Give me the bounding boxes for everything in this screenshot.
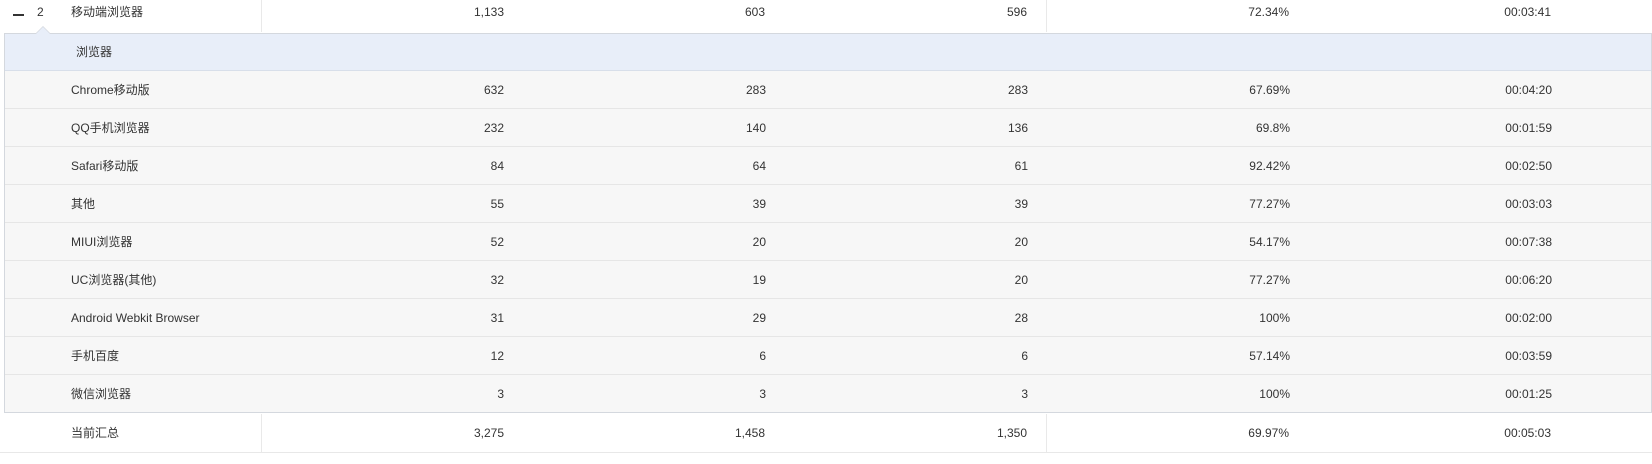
cell-value-1: 12 xyxy=(490,349,504,363)
cell-value-3: 28 xyxy=(1014,311,1028,325)
cell-rate: 72.34% xyxy=(1248,5,1289,19)
row-name: 移动端浏览器 xyxy=(71,5,144,19)
cell-time: 00:03:59 xyxy=(1505,349,1552,363)
total-rate: 69.97% xyxy=(1248,426,1289,440)
table-row: Chrome移动版 632 283 283 67.69% 00:04:20 xyxy=(5,71,1651,109)
panel-header: 浏览器 xyxy=(5,34,1651,71)
expanded-detail-panel: 浏览器 Chrome移动版 632 283 283 67.69% 00:04:20 QQ手机… xyxy=(4,33,1652,413)
table-row: 其他 55 39 39 77.27% 00:03:03 xyxy=(5,185,1651,223)
column-divider xyxy=(261,414,262,452)
cell-rate: 69.8% xyxy=(1255,121,1290,135)
cell-value-1: 32 xyxy=(490,273,504,287)
cell-time: 00:03:41 xyxy=(1504,5,1551,19)
row-name: QQ手机浏览器 xyxy=(71,121,150,135)
row-name: Android Webkit Browser xyxy=(71,311,200,325)
total-value-2: 1,458 xyxy=(734,426,765,440)
cell-rate: 77.27% xyxy=(1249,273,1290,287)
cell-value-2: 140 xyxy=(745,121,766,135)
cell-value-2: 6 xyxy=(759,349,766,363)
table-row: UC浏览器(其他) 32 19 20 77.27% 00:06:20 xyxy=(5,261,1651,299)
row-name: 其他 xyxy=(71,197,96,211)
cell-value-3: 136 xyxy=(1007,121,1028,135)
row-index: 2 xyxy=(37,5,44,19)
row-name: UC浏览器(其他) xyxy=(71,273,157,287)
cell-value-2: 19 xyxy=(752,273,766,287)
row-name: 手机百度 xyxy=(71,349,120,363)
table-row: 微信浏览器 3 3 3 100% 00:01:25 xyxy=(5,375,1651,412)
cell-value-1: 52 xyxy=(490,235,504,249)
row-name: MIUI浏览器 xyxy=(71,235,133,249)
cell-value-1: 3 xyxy=(497,387,504,401)
total-value-3: 1,350 xyxy=(996,426,1027,440)
detail-rows: Chrome移动版 632 283 283 67.69% 00:04:20 QQ手机浏览器 2… xyxy=(5,71,1651,412)
total-value-1: 3,275 xyxy=(473,426,504,440)
cell-value-3: 596 xyxy=(1006,5,1027,19)
cell-value-3: 6 xyxy=(1021,349,1028,363)
cell-value-3: 3 xyxy=(1021,387,1028,401)
row-name: Chrome移动版 xyxy=(71,83,150,97)
panel-header-label: 浏览器 xyxy=(76,45,113,59)
table-row: MIUI浏览器 52 20 20 54.17% 00:07:38 xyxy=(5,223,1651,261)
cell-value-1: 84 xyxy=(490,159,504,173)
collapse-icon[interactable] xyxy=(12,0,26,24)
cell-value-2: 39 xyxy=(752,197,766,211)
cell-rate: 54.17% xyxy=(1249,235,1290,249)
cell-value-1: 632 xyxy=(483,83,504,97)
cell-rate: 92.42% xyxy=(1249,159,1290,173)
row-name: Safari移动版 xyxy=(71,159,139,173)
cell-rate: 100% xyxy=(1259,311,1290,325)
cell-rate: 100% xyxy=(1259,387,1290,401)
cell-value-3: 20 xyxy=(1014,273,1028,287)
total-time: 00:05:03 xyxy=(1504,426,1551,440)
table-row: QQ手机浏览器 232 140 136 69.8% 00:01:59 xyxy=(5,109,1651,147)
cell-value-3: 283 xyxy=(1007,83,1028,97)
column-divider xyxy=(1046,0,1047,32)
cell-time: 00:04:20 xyxy=(1505,83,1552,97)
cell-value-1: 55 xyxy=(490,197,504,211)
cell-time: 00:02:50 xyxy=(1505,159,1552,173)
cell-rate: 67.69% xyxy=(1249,83,1290,97)
cell-value-3: 61 xyxy=(1014,159,1028,173)
cell-value-1: 232 xyxy=(483,121,504,135)
table-row: Safari移动版 84 64 61 92.42% 00:02:50 xyxy=(5,147,1651,185)
cell-time: 00:02:00 xyxy=(1505,311,1552,325)
cell-time: 00:06:20 xyxy=(1505,273,1552,287)
column-divider xyxy=(261,0,262,32)
table-row-parent: 2 移动端浏览器 1,133 603 596 72.34% 00:03:41 xyxy=(0,0,1652,32)
cell-value-2: 283 xyxy=(745,83,766,97)
cell-time: 00:01:59 xyxy=(1505,121,1552,135)
total-label: 当前汇总 xyxy=(71,426,120,440)
cell-value-2: 64 xyxy=(752,159,766,173)
cell-value-3: 20 xyxy=(1014,235,1028,249)
row-name: 微信浏览器 xyxy=(71,387,132,401)
cell-time: 00:03:03 xyxy=(1505,197,1552,211)
cell-time: 00:07:38 xyxy=(1505,235,1552,249)
cell-value-2: 20 xyxy=(752,235,766,249)
cell-value-2: 29 xyxy=(752,311,766,325)
table-row-total: 当前汇总 3,275 1,458 1,350 69.97% 00:05:03 xyxy=(0,414,1652,453)
cell-value-2: 3 xyxy=(759,387,766,401)
cell-value-1: 31 xyxy=(490,311,504,325)
column-divider xyxy=(1046,414,1047,452)
cell-value-2: 603 xyxy=(744,5,765,19)
cell-value-3: 39 xyxy=(1014,197,1028,211)
table-row: 手机百度 12 6 6 57.14% 00:03:59 xyxy=(5,337,1651,375)
cell-rate: 77.27% xyxy=(1249,197,1290,211)
cell-value-1: 1,133 xyxy=(473,5,504,19)
panel-pointer xyxy=(35,26,51,34)
cell-rate: 57.14% xyxy=(1249,349,1290,363)
cell-time: 00:01:25 xyxy=(1505,387,1552,401)
table-row: Android Webkit Browser 31 29 28 100% 00:02:00 xyxy=(5,299,1651,337)
